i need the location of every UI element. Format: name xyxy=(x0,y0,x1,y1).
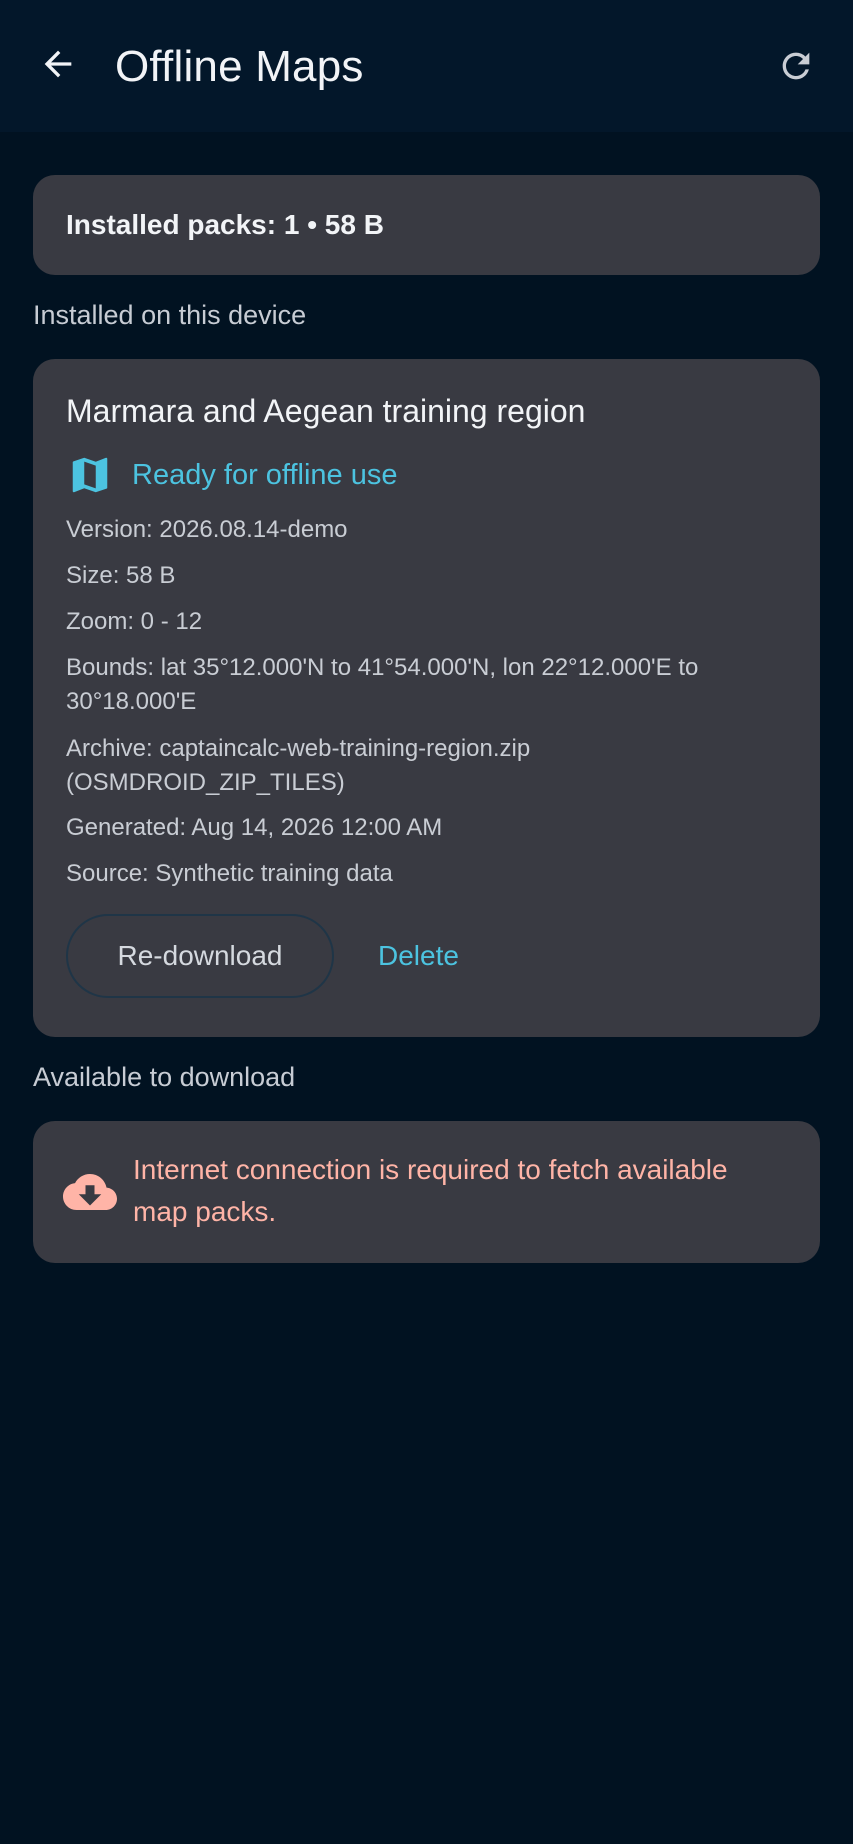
pack-status: Ready for offline use xyxy=(66,451,397,499)
status-text: Ready for offline use xyxy=(132,458,398,491)
refresh-button[interactable] xyxy=(768,38,824,94)
installed-section-label: Installed on this device xyxy=(33,300,307,330)
connection-error-card: Internet connection is required to fetch… xyxy=(33,1121,820,1263)
pack-zoom: Zoom: 0 - 12 xyxy=(66,608,203,635)
pack-bounds: Bounds: lat 35°12.000'N to 41°54.000'N, … xyxy=(66,654,699,715)
arrow-back-icon xyxy=(44,50,72,78)
map-icon xyxy=(66,451,114,499)
back-button[interactable] xyxy=(30,36,86,92)
map-pack-card: Marmara and Aegean training region Ready… xyxy=(33,359,820,1037)
available-section-label: Available to download xyxy=(33,1062,296,1092)
summary-card: Installed packs: 1 • 58 B xyxy=(33,175,820,275)
cloud-download-icon xyxy=(63,1174,117,1210)
error-message: Internet connection is required to fetch… xyxy=(133,1154,728,1227)
app-bar: Offline Maps xyxy=(0,0,853,132)
delete-button[interactable]: Delete xyxy=(378,914,459,998)
installed-summary: Installed packs: 1 • 58 B xyxy=(66,209,384,240)
pack-generated: Generated: Aug 14, 2026 12:00 AM xyxy=(66,814,443,841)
pack-size: Size: 58 B xyxy=(66,562,176,589)
pack-archive: Archive: captaincalc-web-training-region… xyxy=(66,735,531,796)
pack-version: Version: 2026.08.14-demo xyxy=(66,516,348,543)
refresh-icon xyxy=(782,52,810,80)
pack-source: Source: Synthetic training data xyxy=(66,860,393,887)
redownload-button[interactable]: Re-download xyxy=(66,914,334,998)
page-title: Offline Maps xyxy=(115,42,364,91)
pack-name: Marmara and Aegean training region xyxy=(66,393,586,429)
